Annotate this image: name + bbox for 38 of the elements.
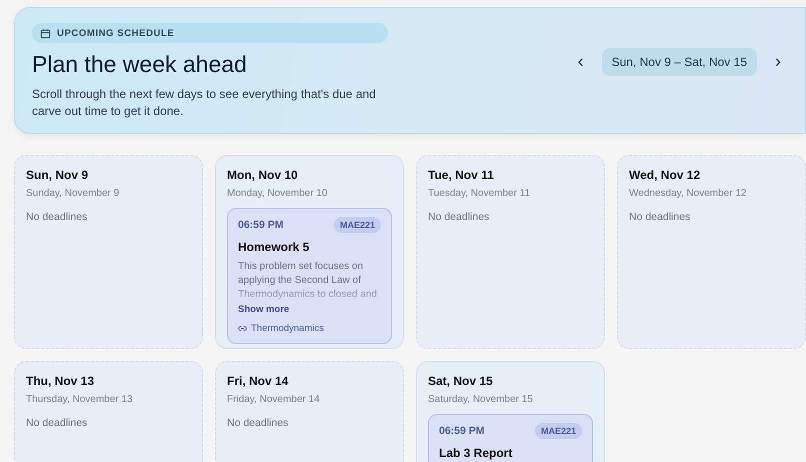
due-time: 06:59 PM <box>238 219 284 231</box>
calendar-icon <box>40 28 51 38</box>
day-title: Mon, Nov 10 <box>227 168 299 182</box>
link-icon <box>238 324 247 333</box>
day-date: Wednesday, November 12 <box>629 188 748 199</box>
day-date: Saturday, November 15 <box>428 394 534 405</box>
deadline-card[interactable]: 06:59 PM MAE221 Homework 5 This problem set focuses on applying the Second Law of Thermodynamics to closed and Show more Thermodynamics <box>227 208 392 344</box>
day-date: Thursday, November 13 <box>26 394 134 405</box>
next-week-button[interactable]: › <box>769 51 787 72</box>
course-tag: MAE221 <box>334 217 381 233</box>
day-title: Wed, Nov 12 <box>629 168 702 182</box>
deadline-title: Lab 3 Report <box>439 446 514 460</box>
day-date: Sunday, November 9 <box>26 188 120 199</box>
page-title: Plan the week ahead <box>32 51 248 78</box>
empty-message: No deadlines <box>629 211 692 223</box>
empty-message: No deadlines <box>26 417 88 429</box>
empty-message: No deadlines <box>428 211 490 223</box>
day-title: Thu, Nov 13 <box>26 374 96 388</box>
empty-message: No deadlines <box>227 417 290 429</box>
day-date: Monday, November 10 <box>227 188 328 199</box>
day-title: Sun, Nov 9 <box>26 168 90 182</box>
page-subtitle: Scroll through the next few days to see everything that's due and carve out time to get it done. <box>32 86 377 120</box>
day-date: Tuesday, November 11 <box>428 188 532 199</box>
previous-week-button[interactable]: ‹ <box>572 51 590 72</box>
show-more-button[interactable]: Show more <box>238 304 290 315</box>
day-title: Tue, Nov 11 <box>428 168 495 182</box>
deadline-title: Homework 5 <box>238 240 310 254</box>
day-title: Sat, Nov 15 <box>428 374 494 388</box>
course-tag: MAE221 <box>534 423 582 439</box>
topic-link[interactable]: Thermodynamics <box>238 323 324 334</box>
badge-label: UPCOMING SCHEDULE <box>57 28 174 38</box>
day-date: Friday, November 14 <box>227 394 321 405</box>
due-time: 06:59 PM <box>439 425 485 437</box>
day-title: Fri, Nov 14 <box>227 374 290 388</box>
empty-message: No deadlines <box>26 211 88 223</box>
deadline-description: This problem set focuses on applying the Second Law of Thermodynamics to closed and <box>238 260 378 302</box>
date-range: Sun, Nov 9 – Sat, Nov 15 <box>602 48 757 76</box>
deadline-card[interactable]: 06:59 PM MAE221 Lab 3 Report <box>428 414 593 462</box>
